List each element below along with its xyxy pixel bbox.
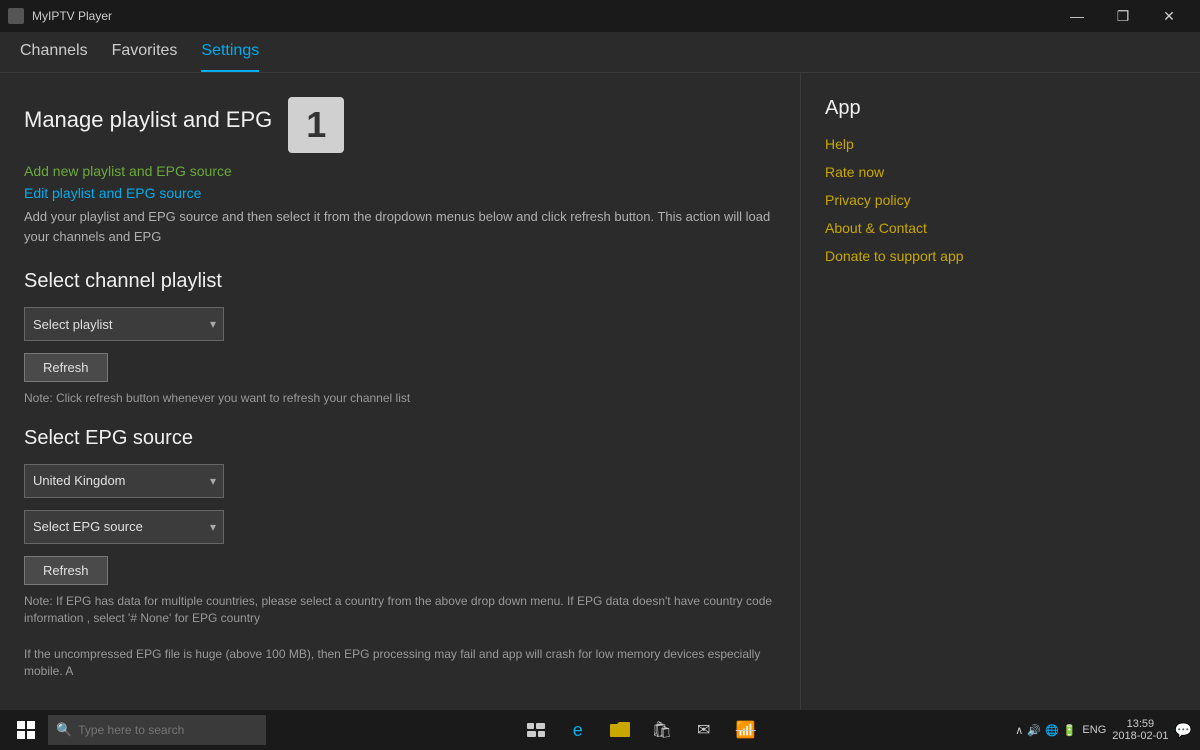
time-display: 13:59 2018-02-01	[1112, 718, 1168, 742]
date-display: 2018-02-01	[1112, 730, 1168, 742]
manage-header: Manage playlist and EPG 1	[24, 97, 776, 153]
edit-playlist-link[interactable]: Edit playlist and EPG source	[24, 185, 776, 201]
tab-favorites[interactable]: Favorites	[112, 42, 178, 72]
main-content: Manage playlist and EPG 1 Add new playli…	[0, 73, 1200, 710]
clock: 13:59	[1112, 718, 1168, 730]
about-link[interactable]: About & Contact	[825, 220, 1176, 236]
country-dropdown[interactable]: United Kingdom # None USA	[24, 464, 224, 498]
battery-icon[interactable]: 🔋	[1063, 724, 1077, 737]
help-link[interactable]: Help	[825, 136, 1176, 152]
notification-icon[interactable]: 💬	[1175, 722, 1192, 739]
language-label: ENG	[1082, 724, 1106, 736]
minimize-button[interactable]: —	[1054, 0, 1100, 32]
taskbar-right: ∧ 🔊 🌐 🔋 ENG 13:59 2018-02-01 💬	[1015, 718, 1192, 742]
epg-source-dropdown-wrapper: Select EPG source ▾	[24, 510, 224, 544]
tab-settings[interactable]: Settings	[201, 42, 259, 72]
taskbar-center: e 🛍 ✉ 📶	[518, 712, 764, 748]
app-section-title: App	[825, 97, 1176, 120]
epg-section: Select EPG source United Kingdom # None …	[24, 427, 776, 680]
playlist-dropdown-wrapper: Select playlist ▾	[24, 307, 224, 341]
taskbar-left: 🔍	[8, 712, 266, 748]
epg-note-2: If the uncompressed EPG file is huge (ab…	[24, 646, 776, 680]
taskbar: 🔍 e 🛍 ✉ 📶 ∧ 🔊 🌐 🔋 ENG	[0, 710, 1200, 750]
folder-icon[interactable]	[602, 712, 638, 748]
rate-link[interactable]: Rate now	[825, 164, 1176, 180]
description-text: Add your playlist and EPG source and the…	[24, 207, 776, 246]
manage-title: Manage playlist and EPG	[24, 107, 272, 133]
title-bar-left: MyIPTV Player	[8, 8, 112, 24]
playlist-note: Note: Click refresh button whenever you …	[24, 390, 776, 407]
tray-icons: ∧ 🔊 🌐 🔋	[1015, 724, 1076, 737]
privacy-link[interactable]: Privacy policy	[825, 192, 1176, 208]
close-button[interactable]: ✕	[1146, 0, 1192, 32]
right-panel: App Help Rate now Privacy policy About &…	[800, 73, 1200, 710]
add-playlist-link[interactable]: Add new playlist and EPG source	[24, 163, 776, 179]
mail-icon[interactable]: ✉	[686, 712, 722, 748]
window-title: MyIPTV Player	[32, 9, 112, 23]
chevron-up-icon[interactable]: ∧	[1015, 724, 1023, 737]
step-badge: 1	[288, 97, 344, 153]
title-bar: MyIPTV Player — ❐ ✕	[0, 0, 1200, 32]
epg-note-1: Note: If EPG has data for multiple count…	[24, 593, 776, 627]
left-panel: Manage playlist and EPG 1 Add new playli…	[0, 73, 800, 710]
country-dropdown-wrapper: United Kingdom # None USA ▾	[24, 464, 224, 498]
task-view-button[interactable]	[518, 712, 554, 748]
channel-section-title: Select channel playlist	[24, 270, 776, 293]
wifi-off-icon[interactable]: 📶	[728, 712, 764, 748]
window-controls: — ❐ ✕	[1054, 0, 1192, 32]
donate-link[interactable]: Donate to support app	[825, 248, 1176, 264]
epg-source-dropdown[interactable]: Select EPG source	[24, 510, 224, 544]
playlist-dropdown[interactable]: Select playlist	[24, 307, 224, 341]
maximize-button[interactable]: ❐	[1100, 0, 1146, 32]
tab-channels[interactable]: Channels	[20, 42, 88, 72]
edge-icon[interactable]: e	[560, 712, 596, 748]
speaker-icon[interactable]: 🔊	[1027, 724, 1041, 737]
start-button[interactable]	[8, 712, 44, 748]
nav-bar: Channels Favorites Settings	[0, 32, 1200, 73]
refresh-playlist-button[interactable]: Refresh	[24, 353, 108, 382]
app-icon	[8, 8, 24, 24]
network-icon[interactable]: 🌐	[1045, 724, 1059, 737]
channel-playlist-section: Select channel playlist Select playlist …	[24, 270, 776, 407]
search-input[interactable]	[78, 723, 258, 737]
epg-section-title: Select EPG source	[24, 427, 776, 450]
search-box[interactable]: 🔍	[48, 715, 266, 745]
refresh-epg-button[interactable]: Refresh	[24, 556, 108, 585]
search-icon: 🔍	[56, 722, 72, 738]
store-icon[interactable]: 🛍	[644, 712, 680, 748]
